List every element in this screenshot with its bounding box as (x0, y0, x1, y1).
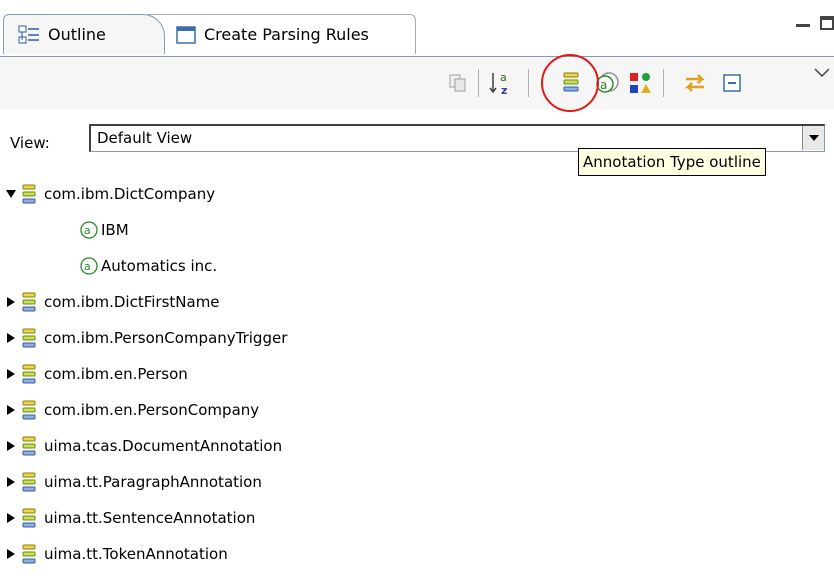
tab-label: Create Parsing Rules (204, 25, 369, 44)
tree-node-label: com.ibm.DictCompany (44, 185, 216, 203)
collapse-triangle-icon[interactable] (0, 332, 22, 344)
annotation-type-icon (22, 472, 36, 492)
collapse-triangle-icon[interactable] (0, 368, 22, 380)
tree-node-collapsed[interactable]: uima.tcas.DocumentAnnotation (0, 428, 834, 464)
annotation-type-icon (22, 544, 36, 564)
expand-triangle-icon[interactable] (0, 189, 22, 199)
toolbar-separator (528, 69, 529, 97)
copy-icon[interactable] (444, 69, 472, 97)
toolbar-separator (478, 69, 479, 97)
tree-node-label: Automatics inc. (101, 257, 218, 275)
color-shapes-icon[interactable] (626, 69, 654, 97)
window-icon (176, 25, 196, 44)
collapse-triangle-icon[interactable] (0, 512, 22, 524)
annotation-type-icon (22, 364, 36, 384)
dropdown-arrow-icon[interactable] (802, 126, 824, 150)
tooltip: Annotation Type outline (578, 148, 766, 176)
svg-text:a: a (500, 71, 507, 84)
tree-node-collapsed[interactable]: com.ibm.PersonCompanyTrigger (0, 320, 834, 356)
annotation-type-icon (22, 400, 36, 420)
svg-text:a: a (84, 224, 91, 237)
annotation-type-icon (22, 292, 36, 312)
annotation-type-icon (22, 184, 36, 204)
collapse-all-icon[interactable] (718, 69, 746, 97)
tree-node-annotation[interactable]: a IBM (0, 212, 834, 248)
link-with-editor-icon[interactable] (681, 69, 709, 97)
tree-node-collapsed[interactable]: uima.tt.SentenceAnnotation (0, 500, 834, 536)
tree-node-expanded[interactable]: com.ibm.DictCompany (0, 176, 834, 212)
outline-toolbar: az a (0, 54, 834, 112)
tree-node-label: IBM (101, 221, 129, 239)
outline-tree: com.ibm.DictCompany a IBM a Automatics i… (0, 176, 834, 572)
tree-node-collapsed[interactable]: uima.tt.ParagraphAnnotation (0, 464, 834, 500)
tree-node-label: com.ibm.en.Person (44, 365, 188, 383)
view-dropdown-value: Default View (97, 129, 193, 147)
maximize-icon[interactable] (820, 16, 834, 30)
sort-alpha-icon[interactable]: az (488, 69, 516, 97)
tree-node-label: com.ibm.DictFirstName (44, 293, 220, 311)
annotation-icon: a (80, 221, 98, 239)
collapse-triangle-icon[interactable] (0, 296, 22, 308)
highlight-circle (541, 54, 599, 112)
toolbar-separator (663, 69, 664, 97)
tree-node-label: com.ibm.en.PersonCompany (44, 401, 260, 419)
tree-node-collapsed[interactable]: uima.tt.TokenAnnotation (0, 536, 834, 572)
view-controls (784, 14, 834, 36)
svg-text:a: a (600, 78, 607, 92)
svg-text:a: a (84, 260, 91, 273)
view-tab-bar: Create Parsing Rules Outline (0, 0, 834, 58)
view-label: View: (10, 134, 50, 152)
collapse-triangle-icon[interactable] (0, 404, 22, 416)
minimize-icon[interactable] (796, 24, 810, 27)
tree-node-label: uima.tt.TokenAnnotation (44, 545, 228, 563)
svg-text:z: z (501, 84, 507, 96)
tree-node-label: uima.tt.ParagraphAnnotation (44, 473, 262, 491)
annotation-icon: a (80, 257, 98, 275)
annotation-type-icon (22, 436, 36, 456)
tree-node-label: com.ibm.PersonCompanyTrigger (44, 329, 288, 347)
tab-create-parsing-rules[interactable]: Create Parsing Rules (148, 14, 416, 54)
view-menu-chevron-icon[interactable] (814, 65, 830, 83)
tab-outline[interactable]: Outline (3, 14, 165, 54)
collapse-triangle-icon[interactable] (0, 440, 22, 452)
outline-icon (18, 25, 40, 45)
annotation-type-icon (22, 328, 36, 348)
tree-node-label: uima.tt.SentenceAnnotation (44, 509, 256, 527)
annotation-type-icon (22, 508, 36, 528)
collapse-triangle-icon[interactable] (0, 476, 22, 488)
tree-node-collapsed[interactable]: com.ibm.en.Person (0, 356, 834, 392)
collapse-triangle-icon[interactable] (0, 548, 22, 560)
tab-label: Outline (48, 25, 106, 44)
tree-node-collapsed[interactable]: com.ibm.DictFirstName (0, 284, 834, 320)
tree-node-annotation[interactable]: a Automatics inc. (0, 248, 834, 284)
tree-node-collapsed[interactable]: com.ibm.en.PersonCompany (0, 392, 834, 428)
tree-node-label: uima.tcas.DocumentAnnotation (44, 437, 283, 455)
